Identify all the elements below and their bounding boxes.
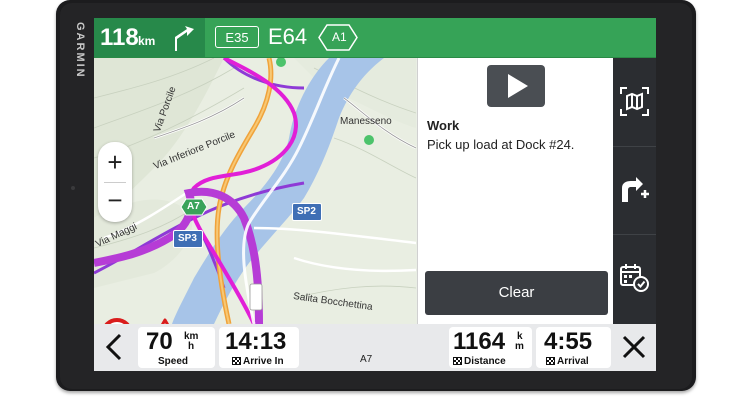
close-icon[interactable]	[617, 330, 651, 364]
road-name: E64	[268, 24, 308, 49]
distance-value: 1164	[453, 328, 506, 355]
arrive-in-field[interactable]: 14:13 Arrive In	[219, 327, 299, 368]
road-shield-a7: A7	[180, 198, 208, 216]
finish-flag-icon	[453, 357, 462, 365]
motorway-sign: A1	[332, 30, 347, 44]
arrive-in-label: Arrive In	[243, 356, 284, 367]
finish-flag-icon	[232, 357, 241, 365]
speed-value: 70	[146, 328, 173, 355]
schedule-button[interactable]	[613, 234, 656, 322]
distance-unit-bottom: m	[515, 341, 524, 352]
map-canvas[interactable]	[94, 56, 417, 325]
add-route-button[interactable]	[613, 146, 656, 235]
exit-sign: E35	[215, 26, 259, 48]
next-turn-box[interactable]: 118 km	[94, 18, 205, 57]
current-road-label: A7	[360, 354, 373, 365]
zoom-in-button[interactable]: +	[98, 145, 132, 179]
road-shield-sp2-label: SP2	[297, 206, 316, 217]
play-button[interactable]	[487, 65, 545, 107]
arrive-in-value: 14:13	[225, 328, 287, 355]
road-shield-sp2: SP2	[292, 203, 322, 221]
map-view-button[interactable]	[613, 58, 656, 147]
finish-flag-icon	[546, 357, 555, 365]
map-view[interactable]: Via Porcile Via Inferiore Porcile Maness…	[94, 56, 417, 352]
map-view-icon	[620, 87, 649, 116]
zoom-control: + −	[98, 142, 132, 222]
back-arrow-icon[interactable]	[98, 330, 132, 364]
road-shield-sp3-label: SP3	[178, 233, 197, 244]
message-body: Pick up load at Dock #24.	[427, 137, 575, 152]
route-add-icon	[622, 177, 649, 202]
brand-logo: GARMIN	[74, 22, 86, 79]
distance-field[interactable]: 1164 k m Distance	[449, 327, 532, 368]
road-shield-a7-label: A7	[187, 201, 200, 212]
distance-label: Distance	[464, 356, 506, 367]
arrival-label: Arrival	[557, 356, 589, 367]
speed-field[interactable]: 70 km h Speed	[138, 327, 215, 368]
calendar-check-icon	[620, 264, 649, 292]
zoom-out-button[interactable]: −	[98, 185, 132, 219]
arrival-value: 4:55	[544, 328, 593, 355]
clear-button[interactable]: Clear	[425, 271, 608, 315]
screen: 118 km E35 E64 A1 Via Porcile Via Inferi…	[94, 18, 656, 371]
arrival-field[interactable]: 4:55 Arrival	[536, 327, 611, 368]
map-label-manesseno: Manesseno	[340, 116, 392, 127]
message-panel: Work Pick up load at Dock #24. Clear	[417, 58, 614, 324]
play-icon	[508, 74, 528, 98]
turn-distance-value: 118	[100, 24, 139, 51]
speed-unit-bottom: h	[188, 341, 195, 352]
side-toolbar	[613, 58, 656, 324]
speed-label: Speed	[158, 356, 189, 367]
message-title: Work	[427, 118, 460, 133]
trip-bar: 70 km h Speed 14:13 Arrive In A7 1164 k …	[94, 324, 656, 371]
zoom-divider	[104, 182, 126, 183]
right-turn-arrow-icon	[175, 26, 194, 51]
light-sensor	[71, 186, 75, 190]
road-shield-sp3: SP3	[173, 230, 203, 248]
guidance-bar[interactable]: 118 km E35 E64 A1	[94, 18, 656, 58]
turn-distance-unit: km	[138, 34, 156, 48]
